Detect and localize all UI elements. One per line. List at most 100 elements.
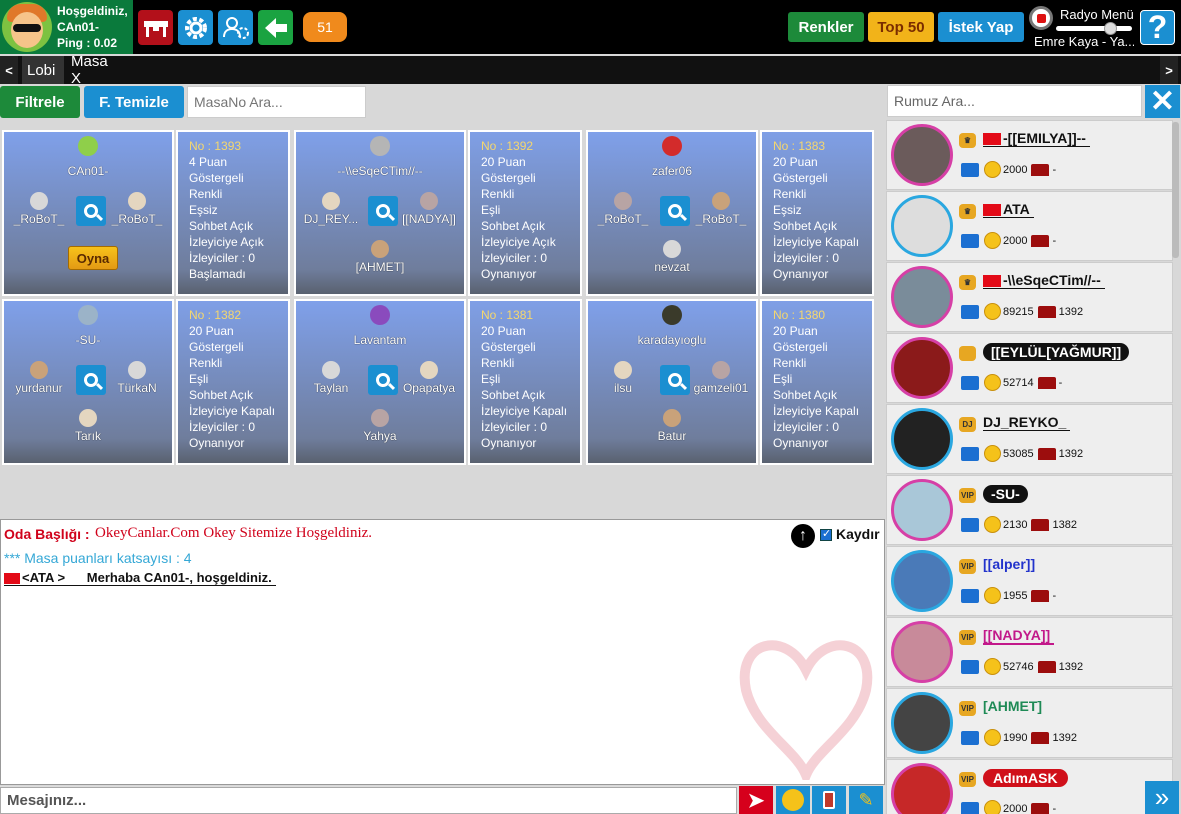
user-avatar[interactable] — [891, 621, 953, 683]
user-row[interactable]: ♛ ATA 2000 - — [886, 191, 1173, 261]
user-row[interactable]: VIP [AHMET] 1990 1392 — [886, 688, 1173, 758]
back-button[interactable] — [258, 10, 293, 45]
seat-right[interactable]: [[NADYA]] — [389, 192, 469, 226]
user-avatar[interactable] — [891, 408, 953, 470]
owner-avatar[interactable] — [662, 305, 682, 325]
watch-table-button[interactable] — [660, 365, 690, 395]
top50-button[interactable]: Top 50 — [868, 12, 934, 42]
help-button[interactable]: ? — [1140, 9, 1175, 45]
message-sender[interactable]: <ATA > — [22, 570, 65, 585]
watch-table-button[interactable] — [660, 196, 690, 226]
watch-table-button[interactable] — [368, 196, 398, 226]
user-name[interactable]: [[EYLÜL[YAĞMUR]] — [983, 343, 1130, 361]
user-row[interactable]: [[EYLÜL[YAĞMUR]] 52714 - — [886, 333, 1173, 403]
seat-left[interactable]: _RoBoT_ — [0, 192, 79, 226]
seat-left[interactable]: DJ_REY... — [291, 192, 371, 226]
emoji-button[interactable] — [776, 786, 810, 814]
user-row[interactable]: VIP [[NADYA]] 52746 1392 — [886, 617, 1173, 687]
table-card[interactable]: -SU-yurdanur TürkaN Tarık — [2, 299, 174, 465]
user-name[interactable]: [[alper]] — [983, 556, 1039, 572]
watch-table-button[interactable] — [368, 365, 398, 395]
seat-right[interactable]: Opapatya — [389, 361, 469, 395]
scroll-up-button[interactable]: ↑ — [791, 524, 815, 548]
request-button[interactable]: İstek Yap — [938, 12, 1024, 42]
tab-masa-x[interactable]: Masa X — [66, 53, 126, 87]
seat-left[interactable]: Taylan — [291, 361, 371, 395]
seat-left[interactable]: ilsu — [583, 361, 663, 395]
settings-button[interactable] — [178, 10, 213, 45]
seat-right[interactable]: gamzeli01 — [681, 361, 761, 395]
table-card[interactable]: CAn01- _RoBoT_ _RoBoT_ Oyna — [2, 130, 174, 296]
clear-filter-button[interactable]: F. Temizle — [84, 86, 184, 118]
seat-bottom[interactable]: nevzat — [632, 240, 712, 274]
table-icon — [1037, 305, 1056, 318]
user-avatar[interactable] — [891, 763, 953, 814]
owner-avatar[interactable] — [78, 136, 98, 156]
user-name[interactable]: [[NADYA]] — [983, 627, 1055, 645]
table-card[interactable]: --\\eSqeCTim//-- DJ_REY... [[NADYA]] [AHMET… — [294, 130, 466, 296]
user-name[interactable]: -[[EMILYA]]-- — [983, 130, 1090, 147]
tab-lobi[interactable]: Lobi — [22, 56, 64, 84]
user-avatar[interactable] — [891, 337, 953, 399]
user-name[interactable]: ATA — [983, 201, 1034, 218]
seat-bottom[interactable]: [AHMET] — [340, 240, 420, 274]
owner-avatar[interactable] — [662, 136, 682, 156]
message-input[interactable]: Mesajınız... — [0, 787, 737, 814]
tables-button[interactable] — [138, 10, 173, 45]
send-button[interactable]: ➤ — [739, 786, 773, 814]
avatar[interactable] — [2, 2, 52, 52]
seat-right[interactable]: _RoBoT_ — [97, 192, 177, 226]
table-card[interactable]: zafer06 _RoBoT_ _RoBoT_ nevzat — [586, 130, 758, 296]
user-name[interactable]: -SU- — [983, 485, 1028, 503]
owner-avatar[interactable] — [370, 305, 390, 325]
user-avatar[interactable] — [891, 479, 953, 541]
table-card[interactable]: karadayıoglu ilsu gamzeli01 Batur — [586, 299, 758, 465]
user-row[interactable]: ♛ -\\eSqeCTim//-- 89215 1392 — [886, 262, 1173, 332]
table-card[interactable]: Lavantam Taylan Opapatya Yahya — [294, 299, 466, 465]
clear-chat-button[interactable]: ✎ — [849, 786, 883, 814]
more-users-button[interactable]: » — [1145, 781, 1179, 814]
owner-avatar[interactable] — [370, 136, 390, 156]
user-name[interactable]: DJ_REYKO_ — [983, 414, 1071, 431]
owner-avatar[interactable] — [78, 305, 98, 325]
seat-bottom[interactable]: Yahya — [340, 409, 420, 443]
watch-table-button[interactable] — [76, 365, 106, 395]
colors-button[interactable]: Renkler — [788, 12, 864, 42]
user-avatar[interactable] — [891, 124, 953, 186]
seat-right[interactable]: TürkaN — [97, 361, 177, 395]
user-name[interactable]: AdımASK — [983, 769, 1068, 787]
seat-right[interactable]: _RoBoT_ — [681, 192, 761, 226]
table-search-input[interactable] — [187, 86, 366, 118]
seat-left[interactable]: _RoBoT_ — [583, 192, 663, 226]
table-info-l4: Sohbet Açık — [481, 388, 546, 402]
user-avatar[interactable] — [891, 195, 953, 257]
user-row[interactable]: VIP -SU- 2130 1382 — [886, 475, 1173, 545]
filter-button[interactable]: Filtrele — [0, 86, 80, 118]
tea-button[interactable] — [812, 786, 846, 814]
user-row[interactable]: VIP AdımASK 2000 - — [886, 759, 1173, 814]
tab-next-button[interactable]: > — [1160, 56, 1178, 84]
volume-slider[interactable] — [1056, 26, 1132, 31]
nick-search-input[interactable]: Rumuz Ara... — [887, 85, 1142, 117]
user-row[interactable]: DJ DJ_REYKO_ 53085 1392 — [886, 404, 1173, 474]
online-count-badge[interactable]: 51 — [303, 12, 347, 42]
user-avatar[interactable] — [891, 550, 953, 612]
seat-bottom[interactable]: Batur — [632, 409, 712, 443]
user-row[interactable]: ♛ -[[EMILYA]]-- 2000 - — [886, 120, 1173, 190]
user-name[interactable]: [AHMET] — [983, 698, 1046, 714]
user-list-scrollbar[interactable] — [1172, 122, 1179, 258]
autoscroll-checkbox[interactable] — [820, 527, 832, 541]
user-row[interactable]: VIP [[alper]] 1955 - — [886, 546, 1173, 616]
seat-bottom[interactable]: Tarık — [48, 409, 128, 443]
play-button[interactable]: Oyna — [68, 246, 118, 270]
user-avatar[interactable] — [891, 692, 953, 754]
tab-prev-button[interactable]: < — [0, 56, 18, 84]
radio-stop-icon[interactable] — [1029, 6, 1053, 30]
watch-table-button[interactable] — [76, 196, 106, 226]
user-avatar[interactable] — [891, 266, 953, 328]
user-name[interactable]: -\\eSqeCTim//-- — [983, 272, 1105, 289]
radio-menu-label[interactable]: Radyo Menü — [1060, 7, 1134, 22]
close-search-button[interactable]: ✕ — [1145, 85, 1180, 118]
seat-left[interactable]: yurdanur — [0, 361, 79, 395]
user-settings-button[interactable] — [218, 10, 253, 45]
